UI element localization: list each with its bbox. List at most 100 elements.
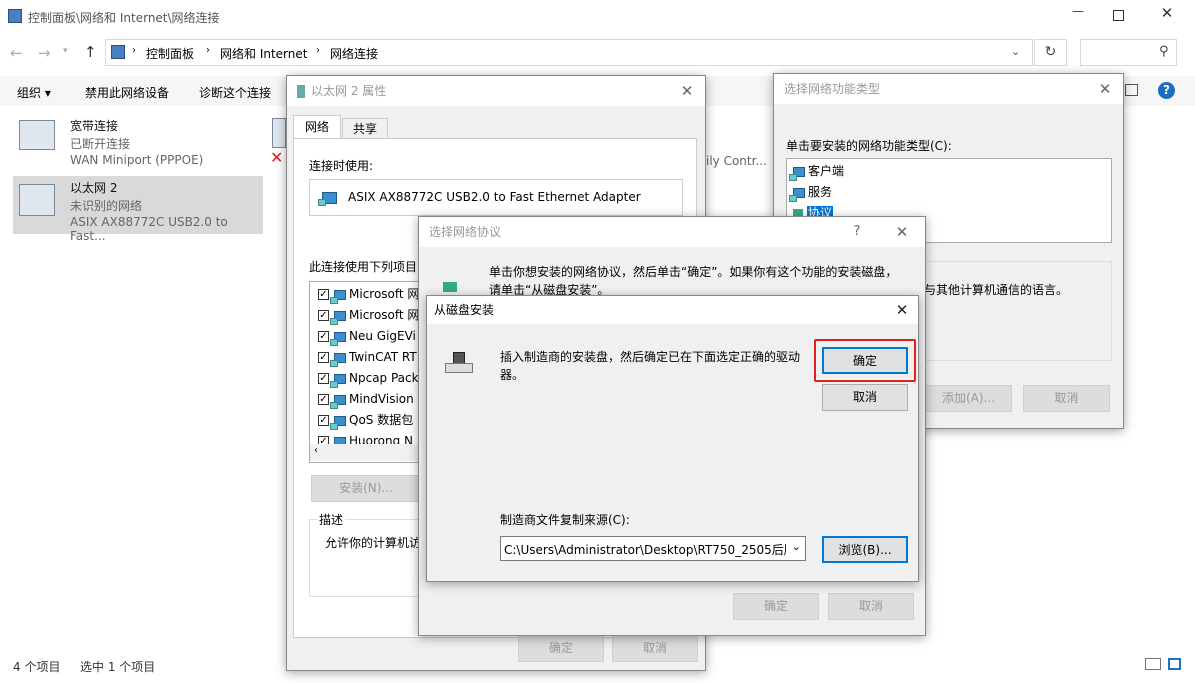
network-component-icon — [330, 331, 346, 346]
partial-item-text: ily Contr... — [706, 154, 767, 168]
breadcrumb-network-internet[interactable]: 网络和 Internet — [220, 45, 307, 62]
ethernet-icon — [19, 184, 55, 216]
item-device: WAN Miniport (PPPOE) — [70, 153, 204, 167]
details-view-icon[interactable] — [1145, 658, 1161, 670]
breadcrumb-network-connections[interactable]: 网络连接 — [330, 45, 378, 62]
organize-menu[interactable]: 组织 ▾ — [17, 84, 51, 101]
broadband-icon — [19, 120, 55, 150]
item-name: 以太网 2 — [70, 181, 118, 195]
diagnose-button[interactable]: 诊断这个连接 — [199, 84, 271, 101]
cancel-button[interactable]: 取消 — [822, 384, 908, 411]
checkbox[interactable]: ✓ — [318, 331, 329, 342]
checkbox[interactable]: ✓ — [318, 394, 329, 405]
component-label: Microsoft 网 — [349, 287, 420, 301]
help-button[interactable]: ? — [847, 222, 867, 242]
breadcrumb-sep-icon: › — [132, 45, 136, 56]
component-item[interactable]: ✓ Npcap Pack — [318, 368, 422, 389]
close-icon[interactable]: ✕ — [892, 300, 912, 320]
tab-sharing[interactable]: 共享 — [342, 118, 388, 139]
component-item[interactable]: ✓ MindVision — [318, 389, 422, 410]
up-arrow-icon[interactable]: ↑ — [84, 43, 97, 61]
checkbox[interactable]: ✓ — [318, 310, 329, 321]
partial-adapter-icon — [272, 118, 286, 148]
component-label: Microsoft 网 — [349, 308, 420, 322]
app-icon — [8, 9, 22, 23]
type-client[interactable]: 客户端 — [789, 162, 844, 181]
network-component-icon — [330, 352, 346, 367]
disconnected-x-icon: ✕ — [270, 148, 284, 167]
checkbox[interactable]: ✓ — [318, 373, 329, 384]
disk-title: 从磁盘安装 — [434, 303, 495, 317]
refresh-button[interactable]: ↻ — [1034, 39, 1067, 66]
checkbox[interactable]: ✓ — [318, 415, 329, 426]
address-dropdown-icon[interactable]: ⌄ — [1011, 45, 1020, 58]
service-icon — [789, 187, 805, 202]
protocol-icon — [443, 282, 457, 292]
description-group — [309, 519, 423, 597]
install-from-disk-dialog: 从磁盘安装 ✕ 插入制造商的安装盘，然后确定已在下面选定正确的驱动器。 确定 取… — [426, 295, 919, 582]
close-window-button[interactable]: ✕ — [1157, 4, 1177, 24]
combo-chevron-icon[interactable]: ⌄ — [792, 540, 801, 553]
tab-network[interactable]: 网络 — [293, 115, 341, 139]
item-status: 已断开连接 — [70, 137, 131, 151]
component-item[interactable]: ✓ QoS 数据包 — [318, 410, 422, 431]
breadcrumb-control-panel[interactable]: 控制面板 — [146, 45, 194, 62]
close-icon[interactable]: ✕ — [1095, 79, 1115, 99]
list-item-ethernet2[interactable]: 以太网 2 未识别的网络 ASIX AX88772C USB2.0 to Fas… — [13, 176, 263, 243]
type-service[interactable]: 服务 — [789, 183, 832, 202]
scroll-left-icon[interactable]: ‹ — [314, 445, 318, 456]
ok-button[interactable]: 确定 — [822, 347, 908, 374]
close-icon[interactable]: ✕ — [892, 222, 912, 242]
description-text: 允许你的计算机访 — [325, 536, 422, 550]
ok-button[interactable]: 确定 — [733, 593, 819, 620]
feature-title: 选择网络功能类型 — [784, 82, 881, 96]
control-panel-icon — [111, 45, 125, 59]
minimize-button[interactable]: — — [1068, 4, 1088, 24]
checkbox[interactable]: ✓ — [318, 289, 329, 300]
item-status: 未识别的网络 — [70, 199, 143, 213]
feature-prompt: 单击要安装的网络功能类型(C): — [786, 139, 952, 153]
path-value: C:\Users\Administrator\Desktop\RT750_250… — [504, 543, 786, 557]
search-input[interactable]: ⚲ — [1080, 39, 1177, 66]
network-component-icon — [330, 373, 346, 388]
list-item-broadband[interactable]: 宽带连接 已断开连接 WAN Miniport (PPPOE) — [13, 114, 263, 170]
client-icon — [789, 166, 805, 181]
install-button[interactable]: 安装(N)... — [311, 475, 421, 502]
cancel-button[interactable]: 取消 — [1023, 385, 1110, 412]
floppy-disk-icon — [445, 352, 473, 374]
help-icon[interactable]: ? — [1158, 82, 1175, 99]
maximize-button[interactable] — [1113, 10, 1124, 21]
component-label: MindVision — [349, 392, 414, 406]
disable-device-button[interactable]: 禁用此网络设备 — [85, 84, 169, 101]
path-combobox[interactable]: C:\Users\Administrator\Desktop\RT750_250… — [500, 536, 806, 561]
adapter-name: ASIX AX88772C USB2.0 to Fast Ethernet Ad… — [348, 190, 641, 204]
network-component-icon — [330, 394, 346, 409]
ok-button[interactable]: 确定 — [518, 635, 604, 662]
cancel-button[interactable]: 取消 — [612, 635, 698, 662]
tiles-view-icon[interactable] — [1168, 658, 1181, 670]
forward-arrow-icon[interactable]: → — [38, 44, 51, 62]
adapter-field: ASIX AX88772C USB2.0 to Fast Ethernet Ad… — [309, 179, 683, 216]
item-name: 宽带连接 — [70, 119, 119, 133]
component-item[interactable]: ✓ Neu GigEVi — [318, 326, 422, 347]
network-component-icon — [330, 289, 346, 304]
back-arrow-icon[interactable]: ← — [10, 44, 23, 62]
close-icon[interactable]: ✕ — [677, 81, 697, 101]
status-selected: 选中 1 个项目 — [80, 660, 156, 674]
history-chevron-icon[interactable]: ▾ — [63, 46, 68, 56]
components-list[interactable]: ✓ Microsoft 网 ✓ Microsoft 网 ✓ Neu GigEVi ✓ Twin… — [309, 281, 423, 463]
status-count: 4 个项目 — [13, 660, 61, 674]
list-scrollbar[interactable]: ‹ — [310, 444, 422, 461]
add-button[interactable]: 添加(A)... — [925, 385, 1012, 412]
component-item[interactable]: ✓ Microsoft 网 — [318, 305, 422, 326]
view-pane-icon[interactable] — [1125, 84, 1138, 96]
checkbox[interactable]: ✓ — [318, 352, 329, 363]
search-icon: ⚲ — [1159, 44, 1169, 59]
disk-titlebar: 从磁盘安装 — [427, 296, 918, 324]
component-item[interactable]: ✓ TwinCAT RT — [318, 347, 422, 368]
component-item[interactable]: ✓ Microsoft 网 — [318, 284, 422, 305]
browse-button[interactable]: 浏览(B)... — [822, 536, 908, 563]
feature-titlebar: 选择网络功能类型 — [774, 74, 1123, 104]
address-bar[interactable]: › 控制面板 › 网络和 Internet › 网络连接 ⌄ — [105, 39, 1033, 66]
cancel-button[interactable]: 取消 — [828, 593, 914, 620]
